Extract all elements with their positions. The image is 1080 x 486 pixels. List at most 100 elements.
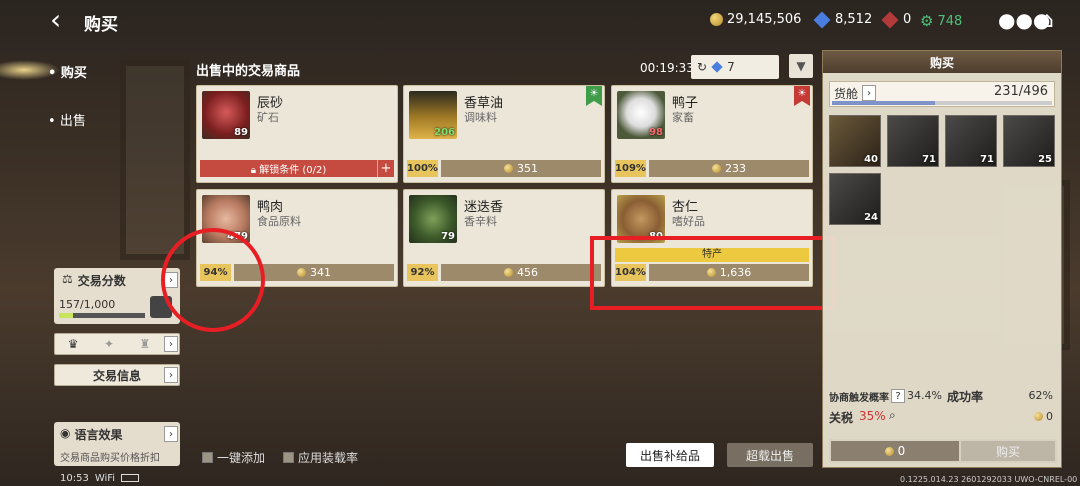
apply-load-rate-label: 应用装载率 — [298, 451, 359, 465]
gem-icon — [711, 61, 723, 73]
nav-buy[interactable]: • 购买 — [48, 62, 87, 81]
stock-quantity: 79 — [441, 231, 455, 242]
magnifier-icon[interactable]: ⌕ — [889, 408, 896, 423]
nav-buy-label: 购买 — [60, 66, 87, 81]
item-price: 351 — [517, 162, 538, 175]
ruby-icon — [881, 11, 899, 28]
unlock-condition-bar[interactable]: 🔒︎ 解锁条件 (0/2) + — [200, 160, 394, 177]
success-rate-label: 成功率 — [947, 390, 984, 404]
price-percent: 92% — [407, 264, 438, 281]
trade-score-bar — [59, 313, 145, 318]
apply-load-rate-checkbox[interactable]: 应用装载率 — [283, 449, 358, 466]
ruby-value: 0 — [903, 12, 912, 27]
gem-value: 8,512 — [835, 12, 873, 27]
language-expand-button[interactable]: › — [164, 426, 178, 442]
item-category: 家畜 — [672, 111, 694, 124]
handshake-icon: ✦ — [103, 337, 115, 351]
coin-icon — [884, 446, 894, 456]
sell-supplies-button[interactable]: 出售补给品 — [626, 443, 714, 467]
language-label: 语言效果 — [74, 428, 123, 442]
filter-button[interactable]: ▼ — [789, 54, 813, 78]
vanilla-oil-thumbnail: 206 — [409, 91, 457, 139]
coin-icon — [504, 268, 513, 277]
language-desc: 交易商品购买价格折扣 — [60, 453, 160, 464]
plus-icon[interactable]: + — [377, 160, 394, 177]
sapphire-icon — [813, 11, 831, 28]
refresh-icon: ↻ — [697, 60, 708, 74]
price-up-flag-icon: ☀ — [586, 86, 602, 106]
coin-icon — [504, 164, 513, 173]
lock-icon: 🔒︎ — [250, 165, 257, 176]
language-title: ◉ 语言效果 — [60, 426, 123, 443]
trade-info-expand-button[interactable]: › — [164, 367, 178, 383]
overload-sell-label: 超载出售 — [745, 448, 794, 463]
one-click-add-label: 一键添加 — [217, 451, 266, 465]
wifi-status: WiFi — [94, 473, 116, 484]
gear-icon: ⚙ — [920, 12, 934, 30]
slot-quantity: 71 — [980, 154, 994, 165]
stock-quantity: 98 — [649, 127, 663, 138]
trade-item-card[interactable]: 98 ☀ 鸭子 家畜 109% 233 — [611, 85, 813, 183]
checkbox-box — [283, 452, 294, 463]
price-bar[interactable]: 233 — [649, 160, 809, 177]
cargo-slot[interactable]: 71 — [945, 115, 997, 167]
cargo-expand-button[interactable]: › — [862, 85, 876, 101]
total-cost: 0 — [831, 441, 959, 461]
cargo-slot[interactable]: 24 — [829, 173, 881, 225]
clock: 10:53 — [60, 473, 89, 484]
buy-panel-title: 购买 — [823, 51, 1061, 73]
trade-item-card[interactable]: 89 辰砂 矿石 🔒︎ 解锁条件 (0/2) + — [196, 85, 398, 183]
cargo-slot[interactable]: 40 — [829, 115, 881, 167]
background-window — [120, 60, 190, 260]
slot-quantity: 40 — [864, 154, 878, 165]
price-bar[interactable]: 456 — [441, 264, 601, 281]
slot-quantity: 24 — [864, 212, 878, 223]
trade-item-card[interactable]: 206 ☀ 香草油 调味料 100% 351 — [403, 85, 605, 183]
refresh-button[interactable]: ↻ 7 — [691, 55, 779, 79]
refresh-timer: 00:19:33 — [640, 61, 694, 75]
item-category: 矿石 — [257, 111, 279, 124]
version-text: 0.1225.014.23 2601292033 UWO-CNREL-00 — [900, 475, 1078, 484]
section-title: 出售中的交易商品 — [196, 64, 301, 79]
nav-sell[interactable]: • 出售 — [48, 110, 86, 129]
price-down-flag-icon: ☀ — [794, 86, 810, 106]
tax-value: 35% — [859, 409, 886, 423]
rank-icons-row[interactable]: ♛ ✦ ♜ — [54, 333, 180, 355]
help-button[interactable]: ? — [891, 389, 905, 403]
buy-button-label: 购买 — [995, 444, 1020, 459]
rosemary-thumbnail: 79 — [409, 195, 457, 243]
trade-item-card[interactable]: 79 迷迭香 香辛料 92% 456 — [403, 189, 605, 287]
cargo-slot[interactable]: 25 — [1003, 115, 1055, 167]
page-title: 购买 — [84, 15, 118, 35]
unlock-condition-text: 解锁条件 (0/2) — [259, 165, 327, 176]
cargo-slot[interactable]: 71 — [887, 115, 939, 167]
nav-sell-label: 出售 — [59, 114, 86, 129]
refresh-cost: 7 — [727, 60, 735, 74]
gold-currency: 29,145,506 — [710, 12, 801, 27]
tax-cost-value: 0 — [1046, 410, 1053, 423]
back-button[interactable]: ‹ — [50, 6, 80, 36]
duck-thumbnail: 98 — [617, 91, 665, 139]
one-click-add-checkbox[interactable]: 一键添加 — [202, 449, 265, 466]
trade-info-button[interactable]: 交易信息 — [54, 364, 180, 386]
home-icon[interactable]: ⌂ — [1040, 8, 1054, 33]
item-category: 食品原料 — [257, 215, 301, 228]
cargo-bar[interactable]: 货舱 › 231/496 — [829, 81, 1055, 107]
checkbox-box — [202, 452, 213, 463]
slot-quantity: 71 — [922, 154, 936, 165]
tax-label: 关税 — [829, 411, 854, 425]
tax-cost: 0 — [1034, 410, 1053, 423]
coin-icon — [1034, 412, 1043, 421]
gear-currency: ⚙ 748 — [920, 12, 962, 30]
merchant-rate-label: 协商触发概率 — [829, 393, 889, 404]
battery-icon — [121, 474, 140, 482]
sell-supplies-label: 出售补给品 — [639, 448, 700, 463]
price-bar[interactable]: 351 — [441, 160, 601, 177]
annotation-rectangle — [590, 236, 836, 310]
item-price: 456 — [517, 266, 538, 279]
overload-sell-button[interactable]: 超载出售 — [727, 443, 813, 467]
item-price: 341 — [310, 266, 331, 279]
rank-expand-button[interactable]: › — [164, 336, 178, 352]
buy-button[interactable]: 购买 — [961, 441, 1055, 461]
stock-quantity: 206 — [434, 127, 455, 138]
